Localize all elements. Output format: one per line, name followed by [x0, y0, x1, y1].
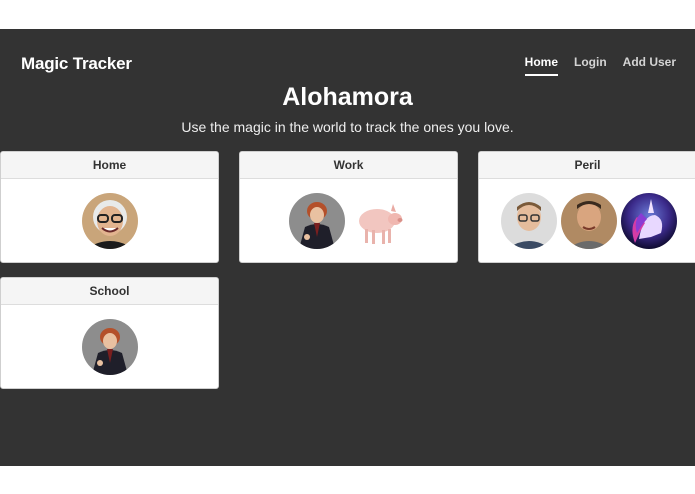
location-card-home: Home — [0, 151, 219, 263]
location-card-work: Work — [239, 151, 458, 263]
location-card-title: Home — [1, 152, 218, 179]
brand-logo[interactable]: Magic Tracker — [21, 54, 132, 74]
avatar-man-short-hair[interactable] — [561, 193, 617, 249]
avatar-man-glasses[interactable] — [501, 193, 557, 249]
avatar-man-glasses-smiling[interactable] — [81, 193, 138, 249]
location-card-title: Work — [240, 152, 457, 179]
page-subtitle: Use the magic in the world to track the … — [181, 119, 514, 135]
nav-login-link[interactable]: Login — [574, 55, 607, 76]
location-card-body — [240, 179, 457, 262]
location-card-body — [479, 179, 695, 262]
location-card-peril: Peril — [478, 151, 695, 263]
location-card-body — [1, 179, 218, 262]
avatar-unicorn[interactable] — [621, 193, 677, 249]
avatar-red-haired-wizard[interactable] — [288, 193, 345, 249]
nav-add-user-link[interactable]: Add User — [623, 55, 676, 76]
location-card-body — [1, 305, 218, 388]
avatar-pig[interactable] — [352, 193, 409, 249]
nav-home-link[interactable]: Home — [524, 55, 558, 76]
location-card-school: School — [0, 277, 219, 389]
top-nav: Home Login Add User — [524, 55, 676, 76]
location-card-title: Peril — [479, 152, 695, 179]
avatar-red-haired-wizard[interactable] — [81, 319, 138, 375]
location-card-title: School — [1, 278, 218, 305]
app-container: Magic Tracker Home Login Add User Aloham… — [0, 29, 695, 466]
page-title: Alohamora — [282, 83, 413, 111]
